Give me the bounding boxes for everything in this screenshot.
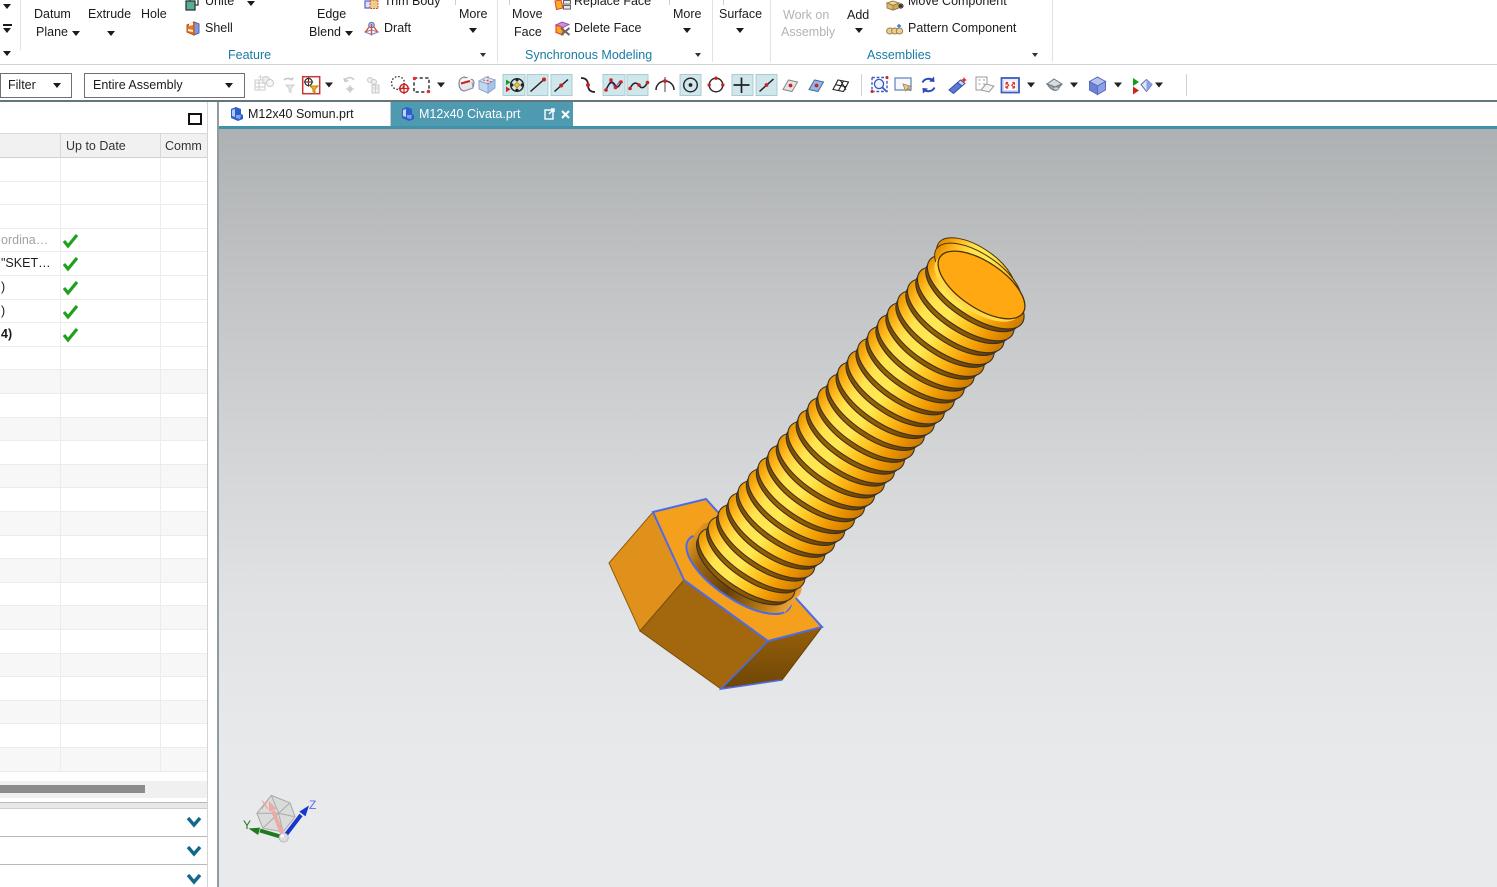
svg-text:Y: Y xyxy=(243,818,251,832)
svg-text:Z: Z xyxy=(309,798,316,812)
svg-text:X: X xyxy=(261,800,269,812)
